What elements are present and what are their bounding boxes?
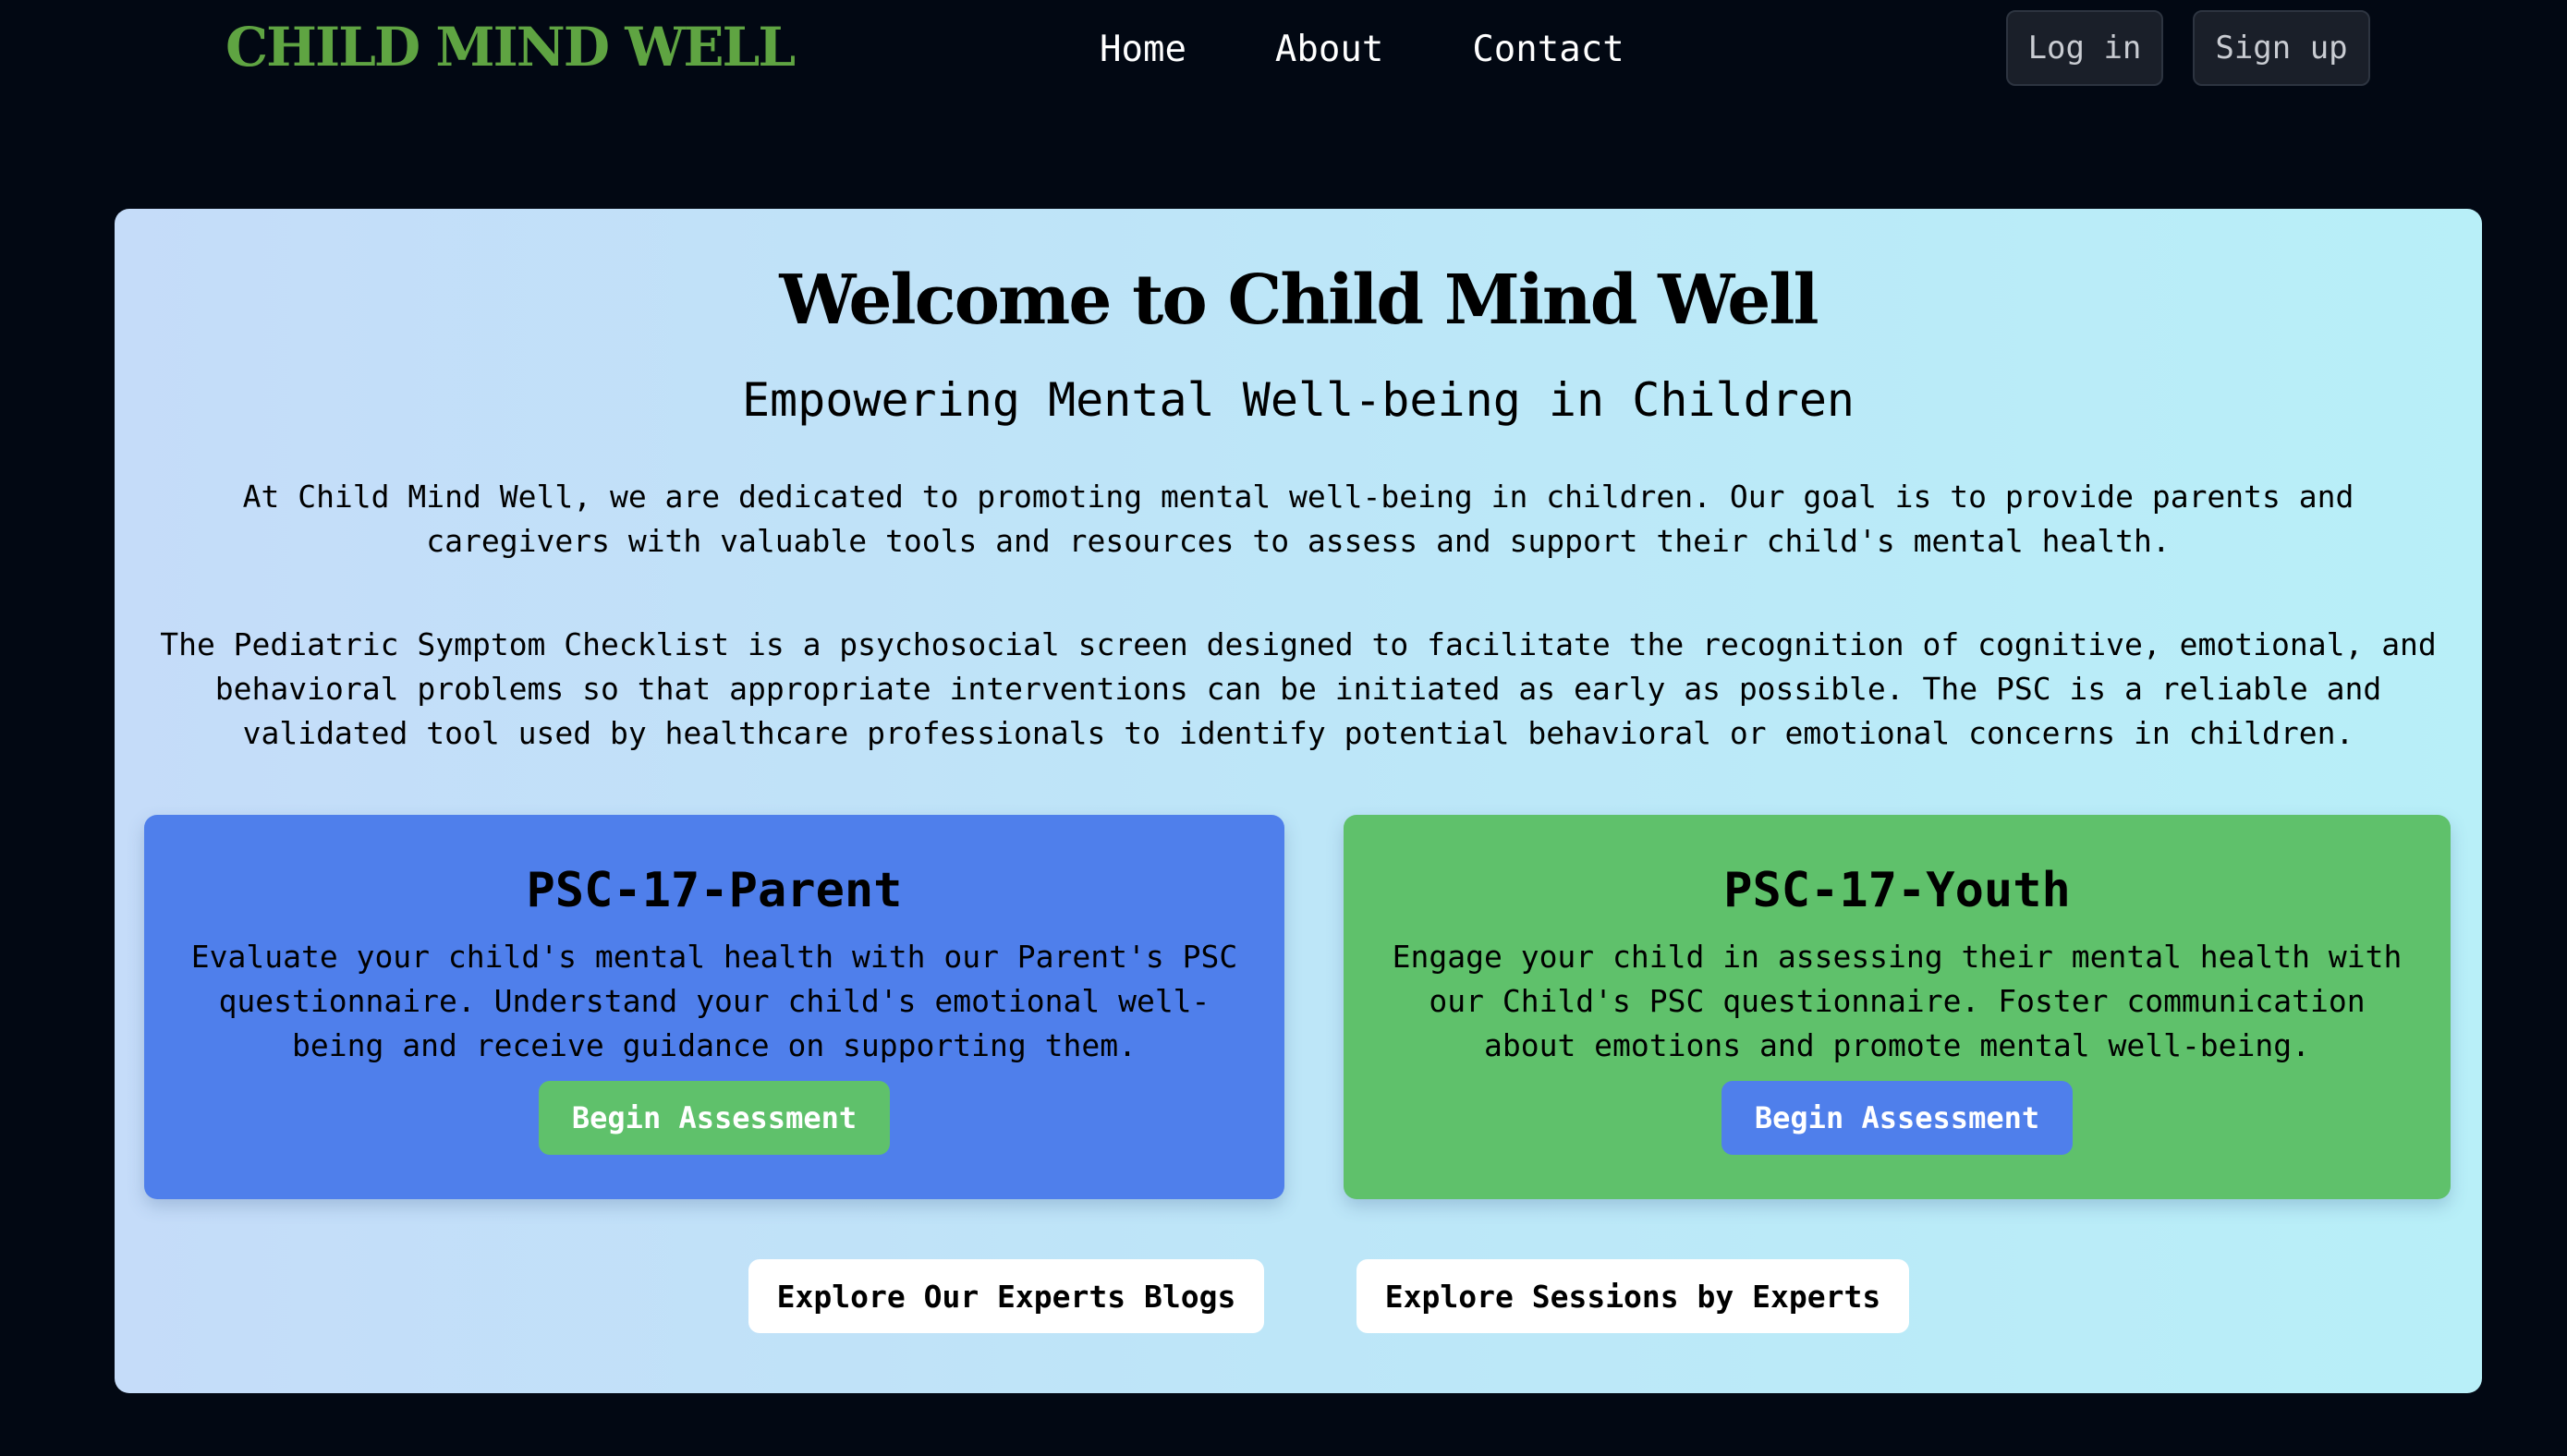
login-button[interactable]: Log in — [2006, 10, 2163, 86]
begin-parent-assessment-button[interactable]: Begin Assessment — [539, 1081, 890, 1155]
site-logo[interactable]: CHILD MIND WELL — [225, 9, 796, 85]
nav-link-home[interactable]: Home — [1100, 29, 1186, 70]
psc-youth-card: PSC-17-Youth Engage your child in assess… — [1344, 815, 2451, 1199]
psc-description-paragraph: The Pediatric Symptom Checklist is a psy… — [160, 626, 2437, 751]
intro-paragraph: At Child Mind Well, we are dedicated to … — [242, 479, 2354, 559]
psc-parent-card-text: Evaluate your child's mental health with… — [190, 939, 1238, 1063]
begin-youth-assessment-button[interactable]: Begin Assessment — [1721, 1081, 2073, 1155]
page-subtitle: Empowering Mental Well-being in Children — [741, 373, 1855, 427]
main-nav: Home About Contact — [1100, 20, 1624, 78]
psc-youth-card-title: PSC-17-Youth — [1723, 863, 2071, 918]
psc-parent-card: PSC-17-Parent Evaluate your child's ment… — [144, 815, 1284, 1199]
explore-blogs-button[interactable]: Explore Our Experts Blogs — [748, 1259, 1264, 1333]
nav-link-about[interactable]: About — [1275, 29, 1383, 70]
psc-parent-card-title: PSC-17-Parent — [526, 863, 903, 918]
signup-button[interactable]: Sign up — [2193, 10, 2370, 86]
hero-panel: Welcome to Child Mind Well Empowering Me… — [115, 209, 2482, 1393]
page-title: Welcome to Child Mind Well — [779, 261, 1819, 340]
nav-link-contact[interactable]: Contact — [1472, 29, 1624, 70]
explore-sessions-button[interactable]: Explore Sessions by Experts — [1356, 1259, 1909, 1333]
psc-youth-card-text: Engage your child in assessing their men… — [1392, 939, 2403, 1063]
